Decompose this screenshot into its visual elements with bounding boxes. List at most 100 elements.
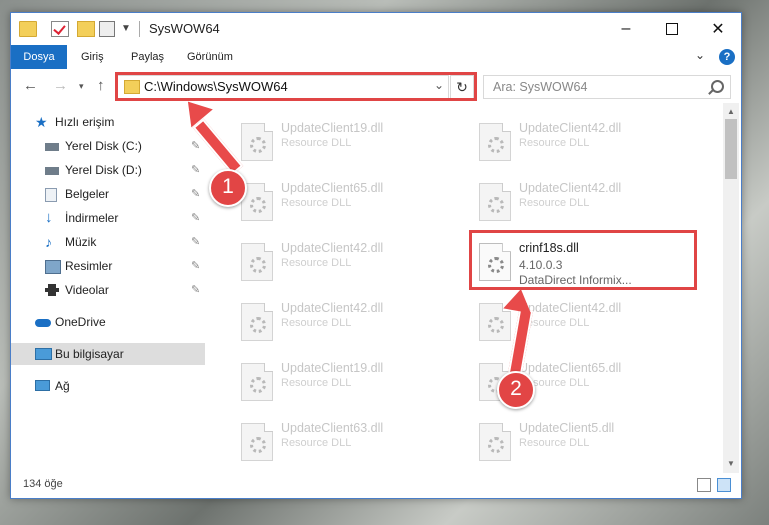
sidebar-item-network[interactable]: Ağ (11, 375, 205, 397)
pin-icon[interactable]: ✎ (191, 279, 200, 301)
pin-icon[interactable]: ✎ (191, 183, 200, 205)
file-tile[interactable]: UpdateClient42.dll Resource DLL (471, 117, 691, 169)
step2-arrowhead (503, 286, 535, 314)
computer-icon (35, 348, 52, 360)
up-button[interactable]: ↑ (97, 77, 105, 94)
drive-icon (45, 143, 59, 151)
close-button[interactable]: ✕ (695, 13, 741, 45)
file-name: UpdateClient42.dll (519, 301, 622, 315)
sidebar-item-drive-d[interactable]: Yerel Disk (D:) ✎ (11, 159, 205, 181)
search-icon[interactable] (711, 80, 724, 93)
pin-icon[interactable]: ✎ (191, 255, 200, 277)
file-description: Resource DLL (281, 377, 352, 389)
pin-icon[interactable]: ✎ (191, 135, 200, 157)
sidebar-label: Bu bilgisayar (55, 347, 124, 361)
address-highlight-box (115, 72, 477, 101)
vertical-scrollbar[interactable]: ▲ ▼ (723, 103, 739, 473)
tab-view[interactable]: Görünüm (177, 45, 243, 69)
file-name: UpdateClient63.dll (281, 421, 384, 435)
sidebar-item-music[interactable]: ♪ Müzik ✎ (11, 231, 205, 253)
item-count: 134 öğe (23, 478, 63, 490)
details-view-icon[interactable] (697, 478, 711, 492)
file-tile[interactable]: UpdateClient42.dll Resource DLL (233, 297, 453, 349)
file-highlight-box (469, 230, 697, 290)
sidebar-label: Yerel Disk (D:) (65, 163, 142, 177)
gear-icon (250, 257, 266, 273)
file-tile[interactable]: UpdateClient63.dll Resource DLL (233, 417, 453, 469)
file-tile[interactable]: UpdateClient42.dll Resource DLL (471, 177, 691, 229)
file-description: Resource DLL (281, 437, 352, 449)
folder-icon[interactable] (19, 21, 37, 37)
sidebar-label: Videolar (65, 283, 109, 297)
pin-icon[interactable]: ✎ (191, 159, 200, 181)
window-title: SysWOW64 (149, 21, 220, 36)
sidebar-label: İndirmeler (65, 211, 119, 225)
dll-file-icon (479, 183, 511, 221)
pin-icon[interactable]: ✎ (191, 207, 200, 229)
sidebar-label: Belgeler (65, 187, 110, 201)
forward-button[interactable]: → (53, 77, 68, 94)
downloads-icon: ↓ (45, 209, 53, 226)
dll-file-icon (241, 243, 273, 281)
sidebar-item-quick-access[interactable]: ★ Hızlı erişim (11, 111, 205, 133)
title-bar: ▼ SysWOW64 – ✕ (11, 13, 741, 45)
status-bar: 134 öğe (11, 473, 741, 497)
maximize-button[interactable] (649, 13, 695, 45)
explorer-window: ▼ SysWOW64 – ✕ Dosya Giriş Paylaş Görünü… (10, 12, 742, 499)
tab-share[interactable]: Paylaş (121, 45, 174, 69)
maximize-icon (666, 23, 678, 35)
sidebar-item-pictures[interactable]: Resimler ✎ (11, 255, 205, 277)
file-name: UpdateClient65.dll (519, 361, 622, 375)
dll-file-icon (241, 363, 273, 401)
quick-access-menu-icon[interactable] (99, 21, 115, 37)
search-box[interactable]: Ara: SysWOW64 (483, 75, 731, 99)
sidebar-label: Resimler (65, 259, 113, 273)
sidebar-item-drive-c[interactable]: Yerel Disk (C:) ✎ (11, 135, 205, 157)
dll-file-icon (479, 423, 511, 461)
properties-check-icon[interactable] (51, 21, 69, 37)
gear-icon (488, 197, 504, 213)
sidebar-label: Ağ (55, 379, 70, 393)
file-tile[interactable]: UpdateClient19.dll Resource DLL (233, 117, 453, 169)
sidebar-item-downloads[interactable]: ↓ İndirmeler ✎ (11, 207, 205, 229)
gear-icon (250, 317, 266, 333)
gear-icon (250, 137, 266, 153)
scroll-up-icon[interactable]: ▲ (727, 107, 735, 116)
expand-ribbon-icon[interactable]: ⌄ (695, 48, 705, 62)
new-folder-icon[interactable] (77, 21, 95, 37)
step1-badge: 1 (209, 169, 247, 207)
file-description: Resource DLL (519, 197, 590, 209)
file-name: UpdateClient5.dll (519, 421, 615, 435)
scroll-thumb[interactable] (725, 119, 737, 179)
file-description: Resource DLL (281, 197, 352, 209)
gear-icon (250, 377, 266, 393)
network-icon (35, 380, 50, 391)
file-tile[interactable]: UpdateClient42.dll Resource DLL (233, 237, 453, 289)
tab-file[interactable]: Dosya (11, 45, 67, 69)
sidebar-item-this-pc[interactable]: Bu bilgisayar (11, 343, 205, 365)
gear-icon (488, 317, 504, 333)
file-name: UpdateClient19.dll (281, 361, 384, 375)
dll-file-icon (241, 423, 273, 461)
back-button[interactable]: ← (23, 77, 38, 94)
scroll-down-icon[interactable]: ▼ (727, 459, 735, 468)
file-tile[interactable]: UpdateClient5.dll Resource DLL (471, 417, 691, 469)
tab-home[interactable]: Giriş (71, 45, 114, 69)
file-description: Resource DLL (519, 137, 590, 149)
help-icon[interactable]: ? (719, 49, 735, 65)
file-tile[interactable]: UpdateClient19.dll Resource DLL (233, 357, 453, 409)
sidebar-label: OneDrive (55, 315, 106, 329)
pin-icon[interactable]: ✎ (191, 231, 200, 253)
sidebar-item-onedrive[interactable]: OneDrive (11, 311, 205, 333)
recent-locations-button[interactable]: ▾ (79, 81, 84, 92)
tiles-view-icon[interactable] (717, 478, 731, 492)
search-placeholder: Ara: SysWOW64 (493, 80, 588, 94)
dll-file-icon (241, 123, 273, 161)
ribbon-tabs: Dosya Giriş Paylaş Görünüm ⌄ ? (11, 45, 741, 70)
minimize-button[interactable]: – (603, 13, 649, 45)
customize-toolbar-dropdown[interactable]: ▼ (121, 23, 131, 34)
drive-icon (45, 167, 59, 175)
sidebar-item-documents[interactable]: Belgeler ✎ (11, 183, 205, 205)
sidebar-item-videos[interactable]: Videolar ✎ (11, 279, 205, 301)
file-tile[interactable]: UpdateClient65.dll Resource DLL (233, 177, 453, 229)
